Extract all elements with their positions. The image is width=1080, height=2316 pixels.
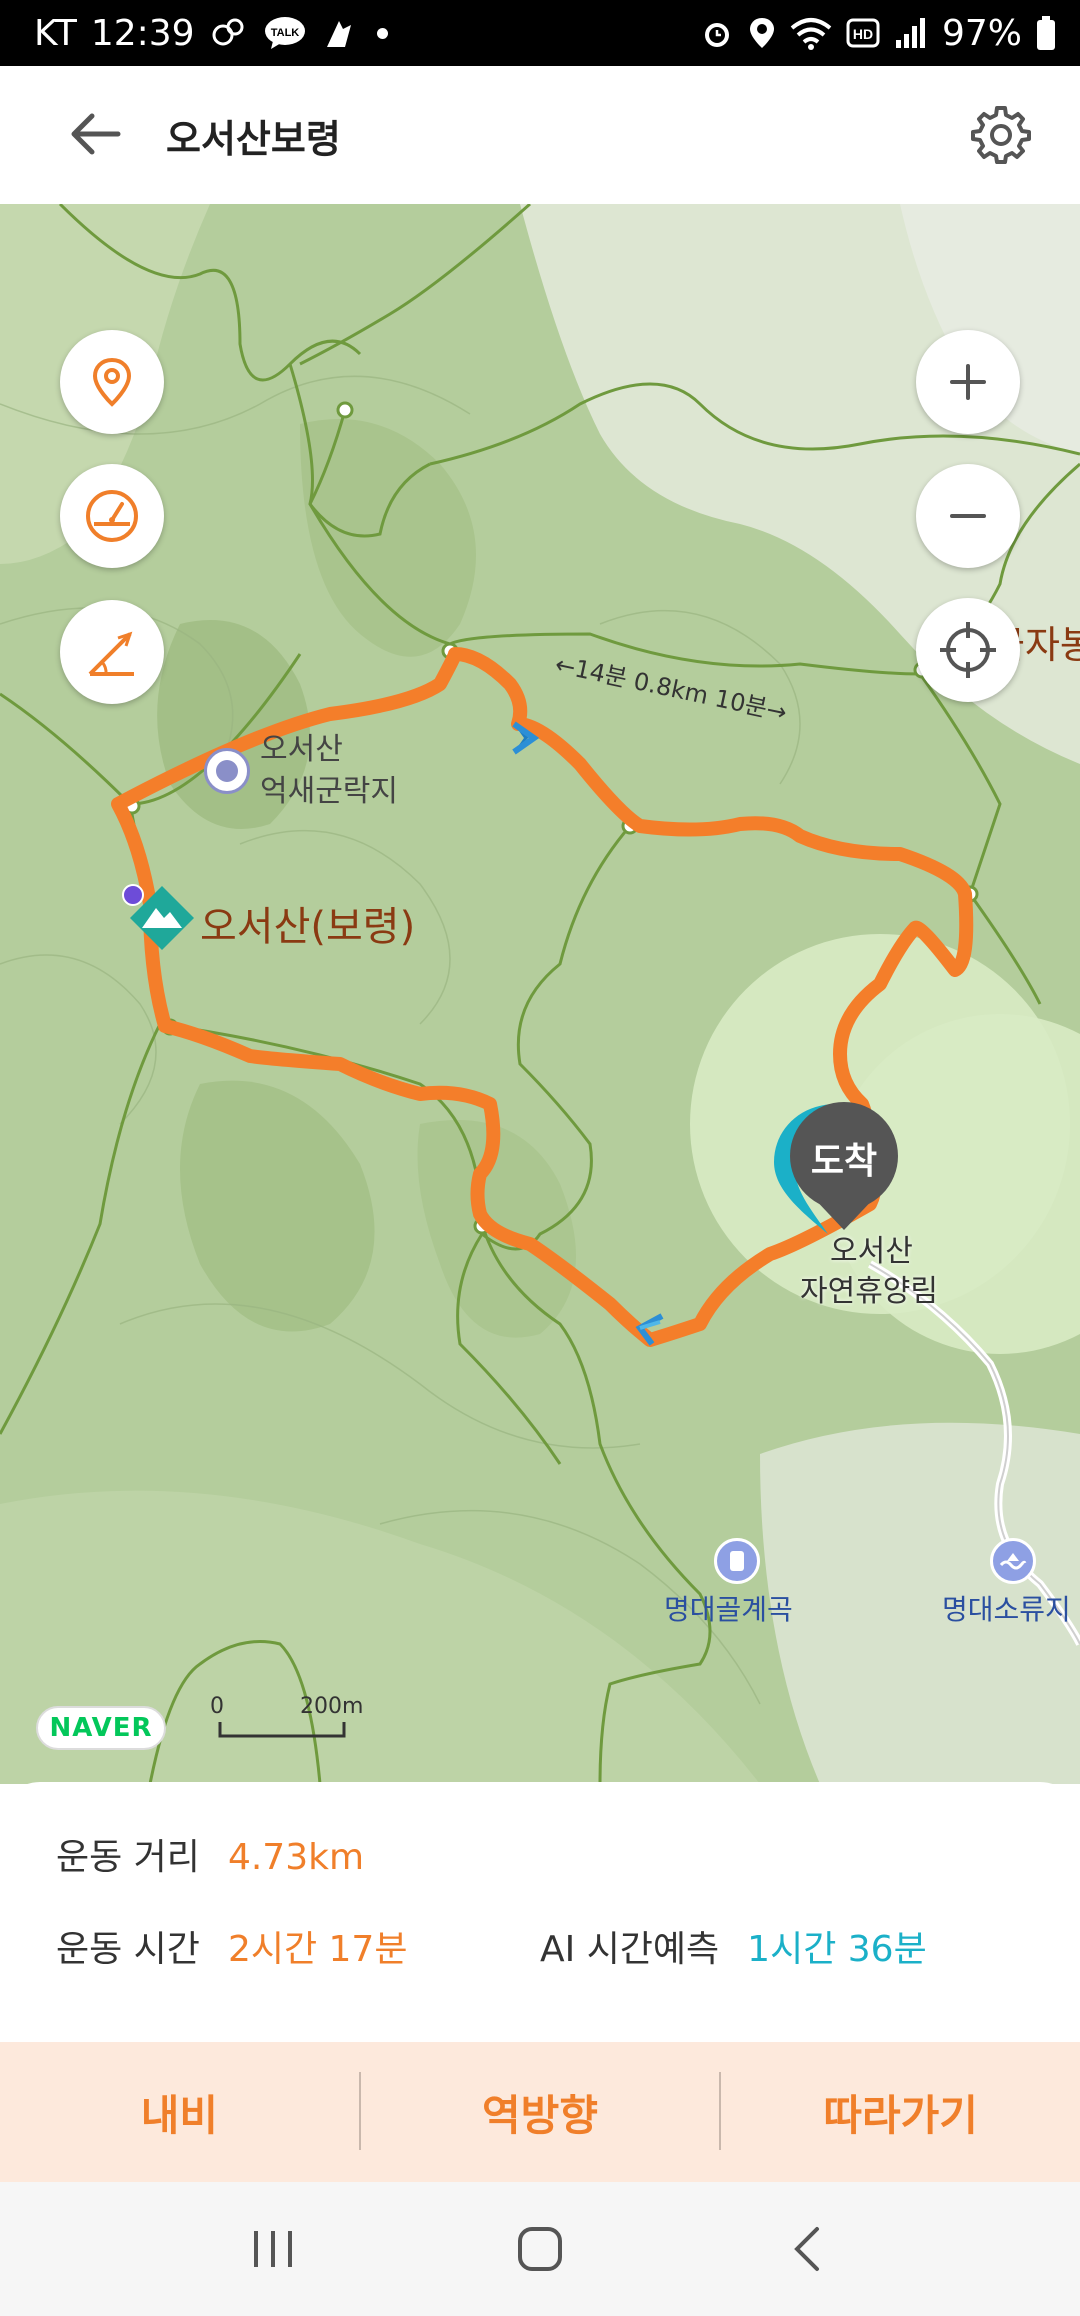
chevron-left-icon	[793, 2227, 819, 2271]
carrier-label: KT	[34, 12, 77, 54]
page-title: 오서산보령	[166, 117, 341, 161]
valley-marker-icon	[714, 1538, 760, 1584]
reverse-button[interactable]: 역방향	[361, 2042, 720, 2182]
map-view[interactable]: ←14분 0.8km 10분→ 오서산 억새군락지 오서산(보령) 금자봉 도착…	[0, 204, 1080, 1784]
gear-icon	[971, 106, 1031, 164]
forest-label-2: 자연휴양림	[800, 1274, 938, 1309]
slope-icon	[88, 631, 134, 676]
camp-marker-icon	[204, 748, 250, 794]
slope-button[interactable]	[60, 600, 164, 704]
stats-panel: 운동 거리 4.73km 운동 시간 2시간 17분 AI 시간예측 1시간 3…	[0, 1782, 1080, 2040]
back-button[interactable]	[62, 106, 128, 162]
wifi-icon	[790, 16, 832, 50]
speedometer-icon	[86, 490, 138, 542]
hd-icon: HD	[846, 16, 880, 50]
arrow-left-icon	[71, 113, 121, 155]
battery-icon	[1036, 15, 1056, 51]
kakaotalk-icon: TALK	[263, 15, 307, 51]
status-left: KT 12:39 TALK	[34, 13, 388, 54]
forest-label-1: 오서산	[830, 1234, 913, 1269]
peak-label: 오서산(보령)	[200, 904, 416, 950]
minus-icon	[950, 514, 986, 518]
time-label: 운동 시간	[56, 1929, 200, 1970]
distance-value: 4.73km	[227, 1837, 365, 1878]
reservoir-label: 명대소류지	[942, 1593, 1071, 1626]
map-canvas	[0, 204, 1080, 1784]
alarm-icon	[700, 16, 734, 50]
arrival-pin-label: 도착	[810, 1141, 878, 1182]
system-nav-bar	[0, 2182, 1080, 2316]
status-right: HD 97%	[700, 13, 1056, 54]
naver-logo: NAVER	[36, 1706, 166, 1750]
fitness-icon	[209, 15, 249, 51]
recent-apps-icon	[254, 2231, 293, 2267]
ai-prediction-row: AI 시간예측 1시간 36분	[540, 1920, 927, 1972]
battery-percent: 97%	[941, 12, 1022, 54]
zoom-in-button[interactable]	[916, 330, 1020, 434]
ai-prediction-label: AI 시간예측	[540, 1929, 720, 1970]
home-button[interactable]	[490, 2209, 590, 2289]
arrival-pin[interactable]: 도착	[770, 1098, 910, 1238]
status-bar: KT 12:39 TALK HD 97%	[0, 0, 1080, 66]
system-back-button[interactable]	[757, 2209, 857, 2289]
zoom-out-button[interactable]	[916, 464, 1020, 568]
hiking-app-icon	[321, 15, 357, 51]
follow-button[interactable]: 따라가기	[721, 2042, 1080, 2182]
camp-top-label: 오서산	[260, 732, 343, 767]
scale-bar-icon	[218, 1722, 346, 1738]
scale-distance-label: 200m	[300, 1694, 364, 1719]
place-pin-button[interactable]	[60, 330, 164, 434]
signal-icon	[894, 16, 928, 50]
peak-badge-icon	[122, 884, 144, 906]
action-bar: 내비 역방향 따라가기	[0, 2042, 1080, 2182]
plus-icon	[950, 364, 986, 400]
current-location-button[interactable]	[916, 598, 1020, 702]
camp-label: 억새군락지	[260, 774, 398, 809]
svg-text:HD: HD	[853, 26, 873, 42]
reservoir-marker-icon	[990, 1538, 1036, 1584]
clock: 12:39	[90, 12, 195, 54]
location-icon	[748, 16, 776, 50]
settings-button[interactable]	[966, 100, 1036, 170]
notification-dot-icon	[376, 27, 388, 39]
ai-prediction-value: 1시간 36분	[747, 1929, 927, 1970]
talk-icon-text: TALK	[270, 27, 299, 39]
speedometer-button[interactable]	[60, 464, 164, 568]
time-row: 운동 시간 2시간 17분	[56, 1920, 407, 1972]
home-icon	[517, 2227, 562, 2271]
crosshair-icon	[940, 622, 996, 678]
time-value: 2시간 17분	[227, 1929, 408, 1970]
navigate-button[interactable]: 내비	[0, 2042, 359, 2182]
map-pin-icon	[92, 357, 132, 407]
distance-label: 운동 거리	[56, 1837, 200, 1878]
scale-zero-label: 0	[210, 1694, 224, 1719]
valley-label: 명대골계곡	[664, 1593, 793, 1626]
distance-row: 운동 거리 4.73km	[56, 1828, 364, 1880]
app-bar: 오서산보령	[0, 66, 1080, 204]
recent-apps-button[interactable]	[223, 2209, 323, 2289]
